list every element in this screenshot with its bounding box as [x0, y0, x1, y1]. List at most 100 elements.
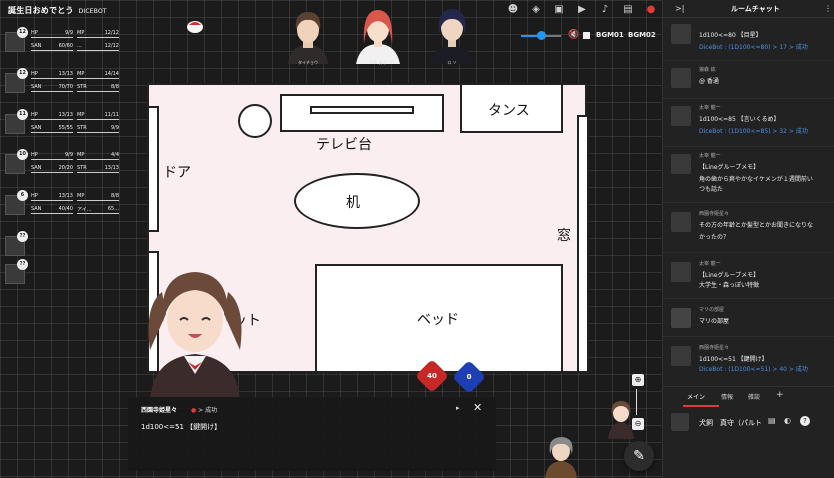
stat-idea: アイ... 65... [77, 206, 119, 214]
tv-stand[interactable] [280, 94, 444, 132]
tv-screen [310, 106, 414, 114]
volume-slider-handle[interactable] [537, 31, 546, 40]
initiative-badge: 11 [17, 109, 28, 120]
round-table[interactable] [238, 104, 272, 138]
stat-hp: HP 13/13 [31, 71, 73, 79]
video-icon[interactable]: ▶ [575, 3, 589, 17]
chest[interactable]: タンス [460, 83, 563, 133]
message-author: 太宰 龍一 [699, 261, 721, 267]
composer-avatar[interactable] [671, 413, 689, 431]
cake-icon[interactable]: ● [644, 3, 658, 17]
window-label: 窓 [557, 228, 571, 244]
message-avatar [671, 262, 691, 282]
chat-tabs: メイン 情報 雑談 + [663, 386, 834, 407]
character-row[interactable]: 11 HP 13/13 MP 11/11 SAN 55/55 STR 9/9 [5, 109, 130, 134]
message-author: マリの部屋 [699, 307, 725, 313]
chat-composer: 犬飼 真守（パルト ▤ ◐ ? [663, 407, 834, 433]
character-row[interactable]: ?? [5, 259, 130, 284]
dice-red[interactable]: 40 [415, 359, 449, 393]
room-title: 誕生日おめでとう DICEBOT [8, 5, 107, 16]
message-avatar [671, 308, 691, 328]
close-icon[interactable]: ✕ [473, 401, 482, 414]
chat-message: 太宰 龍一 1d100<=85 【言いくるめ】 DiceBot : (1D100… [663, 104, 834, 140]
character-row[interactable]: 12 HP 9/9 MP 12/12 SAN 60/60 ... 12/12 [5, 27, 130, 52]
small-character-sprite[interactable] [606, 397, 636, 439]
chat-popup: 西園寺姫星々 ● > 成功 1d100<=51 【鍵開け】 ▸ ✕ [128, 397, 496, 471]
tv-stand-label: テレビ台 [316, 137, 372, 153]
edit-fab-button[interactable]: ✎ [624, 441, 654, 471]
zoom-track[interactable] [636, 389, 637, 415]
stat-hp: HP 13/13 [31, 112, 73, 120]
dice-blue[interactable]: 0 [452, 360, 486, 394]
play-icon[interactable]: ▸ [456, 404, 460, 412]
character-row[interactable]: 12 HP 13/13 MP 14/14 SAN 70/70 STR 8/8 [5, 68, 130, 93]
zoom-in-button[interactable]: ⊕ [632, 374, 644, 386]
stat-extra: ... 12/12 [77, 43, 119, 51]
message-author: 太宰 龍一 [699, 105, 721, 111]
add-tab-button[interactable]: + [776, 390, 784, 400]
stat-san: SAN 55/55 [31, 125, 73, 133]
image-icon[interactable]: ▣ [552, 3, 566, 17]
stop-icon[interactable] [583, 32, 590, 39]
stat-str: STR 13/13 [77, 165, 119, 173]
stat-san: SAN 40/40 [31, 206, 73, 214]
panel-menu-icon[interactable]: ⋮ [824, 4, 832, 13]
initiative-badge: 6 [17, 190, 28, 201]
stand-name: ロ ソ [447, 60, 457, 65]
stat-san: SAN 20/20 [31, 165, 73, 173]
help-icon[interactable]: ? [800, 416, 810, 426]
settings-icon[interactable]: ▤ [621, 3, 635, 17]
stat-hp: HP 9/9 [31, 152, 73, 160]
initiative-badge: 10 [17, 149, 28, 160]
list-icon[interactable]: ▤ [768, 416, 776, 425]
stand-name: TVE 真守 [369, 60, 387, 65]
character-row[interactable]: ?? [5, 231, 130, 256]
chat-message: 太宰 龍一 【Lineグループメモ】 角の歯から爽やかなイケメンが１週間前い つ… [663, 152, 834, 202]
palette-icon[interactable]: ◐ [784, 416, 791, 425]
stat-mp: MP 11/11 [77, 112, 119, 120]
character-bust-2 [356, 10, 400, 64]
stat-str: STR 9/9 [77, 125, 119, 133]
bed[interactable]: ベッド [315, 264, 563, 373]
stand-character-1[interactable]: タイチョウ [276, 4, 340, 65]
initiative-badge: 12 [17, 68, 28, 79]
message-avatar [671, 346, 691, 366]
layers-icon[interactable]: ◈ [529, 3, 543, 17]
room-title-text: 誕生日おめでとう [8, 6, 74, 15]
music-icon[interactable]: ♪ [598, 3, 612, 17]
collapse-panel-icon[interactable]: >| [675, 4, 684, 13]
tab-main[interactable]: メイン [687, 392, 705, 401]
chat-message: 西園寺姫星々 1d100<=51 【鍵開け】 DiceBot : (1D100<… [663, 344, 834, 380]
character-bust-3 [430, 9, 474, 64]
character-bust-1 [288, 12, 328, 64]
desk[interactable]: 机 [294, 173, 420, 229]
bgm-track-2[interactable]: BGM02 [628, 31, 656, 39]
stand-character-2[interactable]: TVE 真守 [346, 4, 410, 65]
stat-hp: HP 13/13 [31, 193, 73, 201]
chat-message: 太宰 龍一 【Lineグループメモ】 大学生・森っぽい特徴 [663, 260, 834, 296]
stat-san: SAN 70/70 [31, 84, 73, 92]
door[interactable] [147, 106, 159, 232]
initiative-badge: ?? [17, 231, 28, 242]
chat-message: 1d100<=80 【目星】 DiceBot : (1D100<=80) > 1… [663, 22, 834, 52]
chat-message: 狼森 紘 @ 香通 [663, 66, 834, 96]
small-character-sprite-2[interactable] [541, 434, 581, 478]
character-row[interactable]: 10 HP 9/9 MP 4/4 SAN 20/20 STR 13/13 [5, 149, 130, 174]
character-row[interactable]: 6 HP 13/13 MP 8/8 SAN 40/40 アイ... 65... [5, 190, 130, 215]
avatar-icon[interactable]: ☻ [506, 3, 520, 17]
message-avatar [671, 212, 691, 232]
room-chat-panel: >| ルームチャット ⋮ 1d100<=80 【目星】 DiceBot : (1… [662, 0, 834, 478]
composer-character-name[interactable]: 犬飼 真守（パルト [699, 418, 762, 428]
window[interactable] [577, 115, 589, 373]
tab-info[interactable]: 情報 [721, 392, 733, 401]
character-sprite[interactable] [140, 262, 250, 402]
bed-label: ベッド [417, 312, 459, 328]
message-avatar [671, 68, 691, 88]
stand-character-3[interactable]: ロ ソ [420, 4, 484, 65]
message-avatar [671, 106, 691, 126]
mute-icon[interactable]: 🔇 [568, 30, 579, 40]
room-subtitle: DICEBOT [78, 8, 107, 15]
stat-mp: MP 8/8 [77, 193, 119, 201]
tab-chat[interactable]: 雑談 [748, 392, 760, 401]
bgm-track-1[interactable]: BGM01 [596, 31, 624, 39]
